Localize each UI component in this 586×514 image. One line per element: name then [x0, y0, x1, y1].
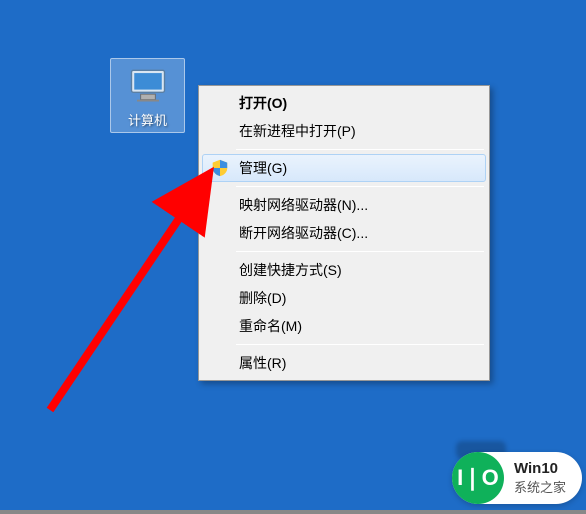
menu-item-create-shortcut[interactable]: 创建快捷方式(S) [202, 256, 486, 284]
menu-item-label: 删除(D) [239, 288, 286, 308]
watermark-logo-text: I❘O [457, 465, 499, 491]
menu-item-manage[interactable]: 管理(G) [202, 154, 486, 182]
menu-item-label: 映射网络驱动器(N)... [239, 195, 368, 215]
watermark-subtitle: 系统之家 [514, 477, 566, 496]
menu-item-label: 在新进程中打开(P) [239, 121, 356, 141]
menu-item-label: 属性(R) [239, 353, 286, 373]
shield-icon [209, 157, 231, 179]
menu-item-delete[interactable]: 删除(D) [202, 284, 486, 312]
menu-item-label: 管理(G) [239, 158, 287, 178]
menu-separator [236, 344, 484, 345]
bottom-edge [0, 510, 586, 514]
menu-separator [236, 251, 484, 252]
context-menu: 打开(O) 在新进程中打开(P) 管理(G) 映射网络驱动器(N)... 断开网… [198, 85, 490, 381]
menu-item-properties[interactable]: 属性(R) [202, 349, 486, 377]
menu-item-disconnect-network-drive[interactable]: 断开网络驱动器(C)... [202, 219, 486, 247]
menu-item-map-network-drive[interactable]: 映射网络驱动器(N)... [202, 191, 486, 219]
menu-item-label: 打开(O) [239, 93, 287, 113]
menu-item-rename[interactable]: 重命名(M) [202, 312, 486, 340]
menu-separator [236, 186, 484, 187]
menu-item-label: 重命名(M) [239, 316, 302, 336]
desktop-icon-computer[interactable]: 计算机 [110, 58, 185, 133]
computer-icon [124, 62, 172, 108]
menu-item-open[interactable]: 打开(O) [202, 89, 486, 117]
menu-item-label: 断开网络驱动器(C)... [239, 223, 368, 243]
watermark: I❘O Win10 系统之家 [452, 452, 582, 504]
menu-separator [236, 149, 484, 150]
watermark-title: Win10 [514, 460, 566, 477]
menu-item-label: 创建快捷方式(S) [239, 260, 342, 280]
menu-item-open-new-process[interactable]: 在新进程中打开(P) [202, 117, 486, 145]
desktop-icon-label: 计算机 [128, 110, 167, 129]
watermark-logo: I❘O [452, 452, 504, 504]
